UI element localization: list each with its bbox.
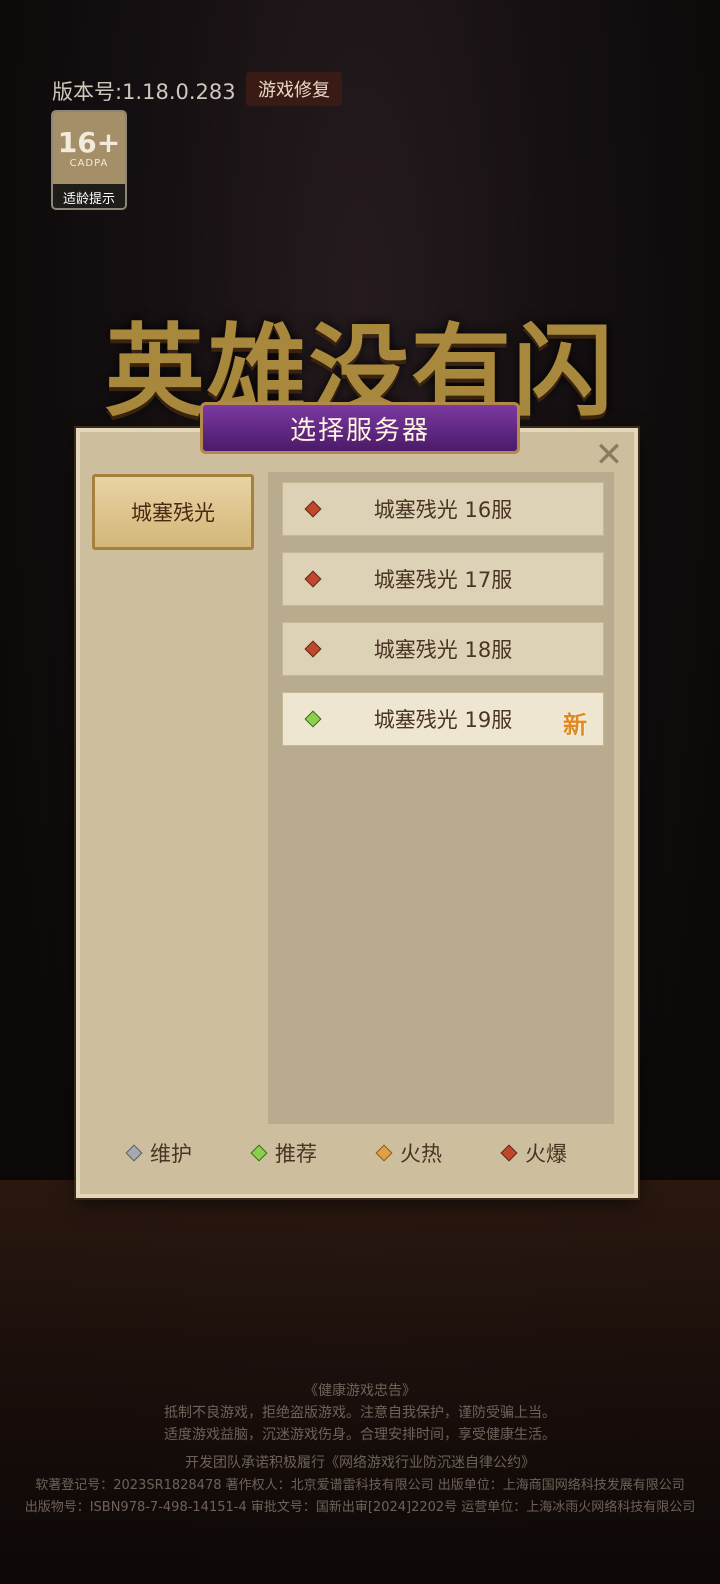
server-row-17[interactable]: 城塞残光 17服 (282, 552, 604, 606)
server-row-18[interactable]: 城塞残光 18服 (282, 622, 604, 676)
tab-server-group[interactable]: 城塞残光 (92, 474, 254, 550)
new-badge: 新 (563, 711, 587, 739)
publication-line: 出版物号：ISBN978-7-498-14151-4 审批文号：国新出审[202… (24, 1500, 696, 1515)
legend-hot: 火爆 (500, 1138, 567, 1168)
status-recommended-icon (250, 1144, 268, 1162)
health-notice-line: 抵制不良游戏，拒绝盗版游戏。注意自我保护，谨防受骗上当。 (164, 1405, 556, 1421)
status-hot-icon (500, 1144, 518, 1162)
server-name: 城塞残光 18服 (373, 638, 513, 662)
legend-busy: 火热 (375, 1138, 442, 1168)
legend-label: 维护 (150, 1142, 192, 1166)
server-name: 城塞残光 16服 (373, 498, 513, 522)
server-row-16[interactable]: 城塞残光 16服 (282, 482, 604, 536)
copyright-line: 软著登记号：2023SR1828478 著作权人：北京爱谱雷科技有限公司 出版单… (35, 1478, 685, 1493)
close-icon[interactable]: ✕ (592, 438, 626, 472)
age-rating-number: 16+ (57, 125, 121, 159)
status-busy-icon (375, 1144, 393, 1162)
legend-label: 火爆 (525, 1142, 567, 1166)
server-name: 城塞残光 17服 (373, 568, 513, 592)
anti-addiction-notice: 开发团队承诺积极履行《网络游戏行业防沉迷自律公约》 (185, 1455, 535, 1471)
status-maintenance-icon (125, 1144, 143, 1162)
age-rating-badge[interactable]: 16+ CADPA 适龄提示 (51, 110, 127, 210)
health-notice-title: 《健康游戏忠告》 (304, 1383, 416, 1399)
game-repair-button[interactable]: 游戏修复 (246, 72, 342, 106)
server-row-19[interactable]: 城塞残光 19服 新 (282, 692, 604, 746)
dialog-title: 选择服务器 (200, 402, 520, 454)
legend-recommended: 推荐 (250, 1138, 317, 1168)
version-text: 版本号:1.18.0.283 (52, 80, 236, 104)
legend-label: 火热 (400, 1142, 442, 1166)
legend-maintenance: 维护 (125, 1138, 192, 1168)
server-name: 城塞残光 19服 (373, 708, 513, 732)
age-rating-label: 适龄提示 (53, 184, 125, 208)
age-rating-icon: 16+ CADPA (53, 112, 125, 184)
health-notice-line: 适度游戏益脑，沉迷游戏伤身。合理安排时间，享受健康生活。 (164, 1427, 556, 1443)
legend-label: 推荐 (275, 1142, 317, 1166)
age-rating-org: CADPA (69, 157, 109, 169)
